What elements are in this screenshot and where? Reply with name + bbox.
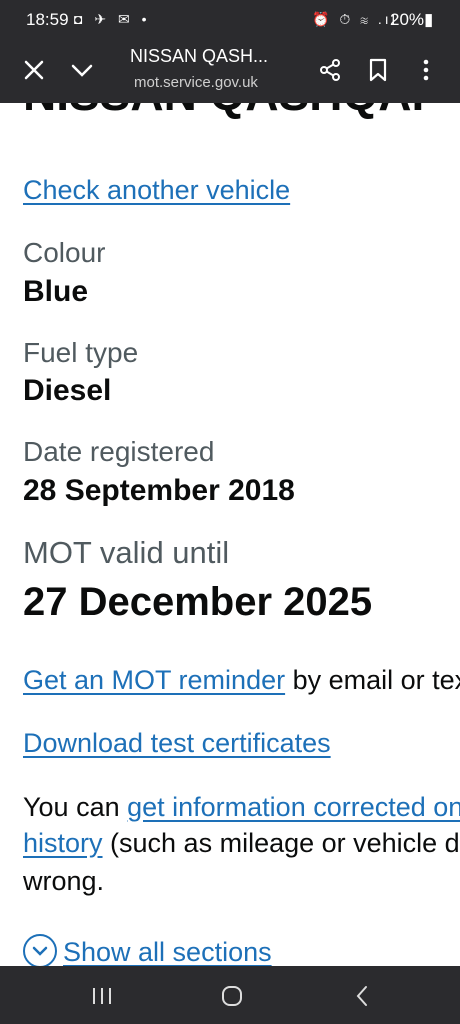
info-line-2: history (such as mileage or vehicle deta… xyxy=(23,828,460,859)
download-certificates-row: Download test certificates xyxy=(23,728,331,759)
mot-reminder-row: Get an MOT reminder by email or text xyxy=(23,665,460,696)
system-navigation-bar xyxy=(0,966,460,1024)
info-rest: (such as mileage or vehicle details) if … xyxy=(110,828,460,858)
history-link[interactable]: history xyxy=(23,828,103,858)
info-line-1: You can get information corrected on you… xyxy=(23,792,460,823)
custom-tab-toolbar: NISSAN QASH... mot.service.gov.uk xyxy=(0,40,460,103)
chevron-down-circle-icon[interactable] xyxy=(23,934,57,966)
tab-url: mot.service.gov.uk xyxy=(134,74,258,91)
page-content: NISSAN QASHQAI Check another vehicle Col… xyxy=(0,103,460,966)
chevron-down-icon[interactable] xyxy=(64,52,100,88)
get-information-corrected-link[interactable]: get information corrected on your MOT xyxy=(127,792,460,822)
fuel-type-label: Fuel type xyxy=(23,337,139,368)
date-registered-label: Date registered xyxy=(23,436,215,467)
mot-valid-value: 27 December 2025 xyxy=(23,580,373,624)
show-all-sections-row[interactable]: Show all sections xyxy=(23,934,272,966)
download-certificates-link[interactable]: Download test certificates xyxy=(23,728,331,758)
colour-value: Blue xyxy=(23,275,89,308)
bookmark-icon[interactable] xyxy=(360,52,396,88)
check-another-vehicle-link[interactable]: Check another vehicle xyxy=(23,175,290,205)
notification-icons: ◘ ✈ ✉ • xyxy=(74,11,151,27)
recent-apps-icon[interactable] xyxy=(82,984,122,1008)
info-line-3: wrong. xyxy=(23,866,105,896)
info-prefix: You can xyxy=(23,792,128,822)
tab-title: NISSAN QASH... xyxy=(130,46,269,66)
mot-valid-label: MOT valid until xyxy=(23,535,230,570)
check-another-vehicle-row: Check another vehicle xyxy=(23,175,290,206)
vehicle-heading: NISSAN QASHQAI xyxy=(23,103,424,121)
close-icon[interactable] xyxy=(16,52,52,88)
mot-reminder-text: by email or text xyxy=(285,665,460,695)
mot-reminder-link[interactable]: Get an MOT reminder xyxy=(23,665,285,695)
fuel-type-value: Diesel xyxy=(23,374,112,407)
status-time: 18:59 xyxy=(26,10,69,29)
share-icon[interactable] xyxy=(312,52,348,88)
back-icon[interactable] xyxy=(342,984,382,1008)
system-status-icons: ⏰ ⏱ ≋ .ıl xyxy=(312,11,398,27)
home-icon[interactable] xyxy=(212,984,252,1008)
more-options-icon[interactable] xyxy=(408,52,444,88)
show-all-sections-link[interactable]: Show all sections xyxy=(63,937,272,966)
date-registered-value: 28 September 2018 xyxy=(23,474,295,507)
colour-label: Colour xyxy=(23,237,106,268)
battery-indicator: 20%▮ xyxy=(390,10,434,29)
status-bar: 18:59 ◘ ✈ ✉ • ⏰ ⏱ ≋ .ıl 20%▮ xyxy=(0,0,460,40)
